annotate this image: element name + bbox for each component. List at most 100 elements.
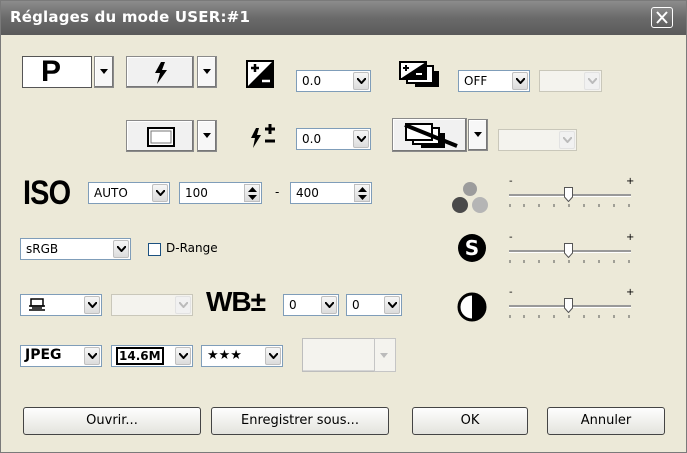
exposure-mode-value: P	[41, 55, 62, 88]
chevron-down-icon	[325, 302, 334, 308]
flash-mode-dropdown-arrow[interactable]	[197, 56, 217, 88]
drive-option-select[interactable]	[111, 294, 193, 316]
chevron-down-icon	[88, 353, 97, 359]
flash-compensation-icon	[251, 124, 275, 148]
bracketing-off-button[interactable]	[392, 118, 467, 152]
slider-minus-label: -	[509, 176, 513, 187]
iso-min-spin-buttons[interactable]	[244, 184, 260, 202]
chevron-down-icon	[357, 78, 366, 84]
drive-mode-select[interactable]	[20, 294, 102, 316]
contrast-icon	[457, 292, 487, 322]
chevron-down-icon	[117, 246, 126, 252]
bracketing-step-select[interactable]	[539, 70, 602, 92]
frame-icon	[147, 127, 175, 147]
iso-mode-value: AUTO	[94, 186, 128, 200]
color-space-select[interactable]: sRGB	[20, 238, 131, 260]
file-format-select[interactable]: JPEG	[20, 345, 102, 367]
metering-area-button[interactable]	[126, 120, 194, 152]
chevron-down-icon	[100, 69, 108, 74]
color-space-arrow[interactable]	[113, 240, 129, 258]
drive-mode-icon	[29, 298, 45, 311]
window-title: Réglages du mode USER:#1	[10, 8, 251, 26]
wb-a-value: 0	[289, 298, 297, 312]
bracketing-icon	[399, 61, 439, 87]
wb-label: WB±	[206, 286, 266, 317]
d-range-label: D-Range	[166, 241, 218, 255]
chevron-down-icon	[516, 78, 525, 84]
svg-text:S: S	[465, 236, 479, 260]
chevron-down-icon	[203, 133, 211, 138]
slider-minus-label: -	[509, 232, 513, 243]
extra-option-button[interactable]	[302, 338, 377, 372]
open-button[interactable]: Ouvrir...	[23, 407, 201, 435]
contrast-slider[interactable]: - +	[509, 287, 634, 321]
chevron-down-icon	[88, 302, 97, 308]
d-range-checkbox[interactable]	[148, 243, 161, 256]
spin-up-down-icon	[248, 187, 257, 200]
exposure-compensation-select[interactable]: 0.0	[296, 70, 371, 92]
slider-thumb[interactable]	[564, 187, 573, 202]
slider-ticks	[509, 315, 630, 318]
iso-min-value: 100	[185, 186, 208, 200]
chevron-down-icon	[380, 353, 388, 358]
bracketing-off-icon	[404, 123, 458, 148]
chevron-down-icon	[203, 69, 211, 74]
iso-max-spin-buttons[interactable]	[354, 184, 370, 202]
slider-thumb[interactable]	[564, 298, 573, 313]
image-quality-arrow[interactable]	[265, 347, 281, 365]
sharpness-icon: S	[458, 234, 486, 262]
close-button[interactable]	[651, 7, 673, 28]
wb-b-select[interactable]: 0	[346, 294, 402, 316]
wb-b-arrow[interactable]	[384, 296, 400, 314]
bracketing-select[interactable]: OFF	[458, 70, 530, 92]
iso-max-spinner[interactable]: 400	[290, 182, 372, 204]
drive-mode-arrow[interactable]	[84, 296, 100, 314]
bracketing-off-select[interactable]	[498, 129, 577, 151]
exposure-mode-dropdown-arrow[interactable]	[94, 56, 114, 88]
bracketing-value: OFF	[464, 74, 488, 88]
slider-thumb[interactable]	[564, 243, 573, 258]
image-quality-select[interactable]: ★★★	[201, 345, 283, 367]
metering-area-dropdown-arrow[interactable]	[197, 120, 217, 152]
iso-max-value: 400	[296, 186, 319, 200]
drive-option-arrow[interactable]	[175, 296, 191, 314]
flash-compensation-select[interactable]: 0.0	[296, 128, 371, 150]
image-size-arrow[interactable]	[175, 347, 191, 365]
file-format-arrow[interactable]	[84, 347, 100, 365]
cancel-button[interactable]: Annuler	[547, 407, 665, 435]
exposure-compensation-icon	[246, 60, 274, 88]
flash-mode-button[interactable]	[126, 56, 194, 88]
file-format-value: JPEG	[25, 347, 62, 363]
ok-button[interactable]: OK	[412, 407, 528, 435]
exposure-mode-selector[interactable]: P	[22, 55, 92, 88]
chevron-down-icon	[179, 353, 188, 359]
exposure-compensation-value: 0.0	[302, 74, 322, 88]
chevron-down-icon	[563, 137, 572, 143]
spin-up-down-icon	[358, 187, 367, 200]
iso-mode-arrow[interactable]	[152, 184, 168, 202]
color-saturation-icon	[452, 182, 488, 213]
extra-option-dropdown-arrow[interactable]	[374, 338, 396, 372]
wb-b-value: 0	[352, 298, 360, 312]
title-bar: Réglages du mode USER:#1	[1, 1, 686, 35]
flash-compensation-arrow[interactable]	[353, 130, 369, 148]
iso-min-spinner[interactable]: 100	[179, 182, 262, 204]
iso-mode-select[interactable]: AUTO	[88, 182, 170, 204]
wb-a-select[interactable]: 0	[283, 294, 339, 316]
bracketing-arrow[interactable]	[512, 72, 528, 90]
bracketing-off-dropdown-arrow[interactable]	[468, 119, 488, 151]
dialog-window: Réglages du mode USER:#1 P 0.0 OFF 0.0 I…	[0, 0, 687, 453]
image-size-select[interactable]: 14.6M	[111, 345, 193, 367]
sharpness-slider[interactable]: - +	[509, 232, 634, 266]
bracketing-off-select-arrow[interactable]	[559, 131, 575, 149]
save-as-button[interactable]: Enregistrer sous...	[211, 407, 389, 435]
wb-a-arrow[interactable]	[321, 296, 337, 314]
saturation-slider[interactable]: - +	[509, 176, 634, 210]
slider-plus-label: +	[626, 176, 635, 187]
chevron-down-icon	[269, 353, 278, 359]
bracketing-step-arrow[interactable]	[584, 72, 600, 90]
iso-label: ISO	[23, 174, 71, 212]
slider-ticks	[509, 260, 630, 263]
flash-icon	[155, 62, 167, 84]
exposure-compensation-arrow[interactable]	[353, 72, 369, 90]
